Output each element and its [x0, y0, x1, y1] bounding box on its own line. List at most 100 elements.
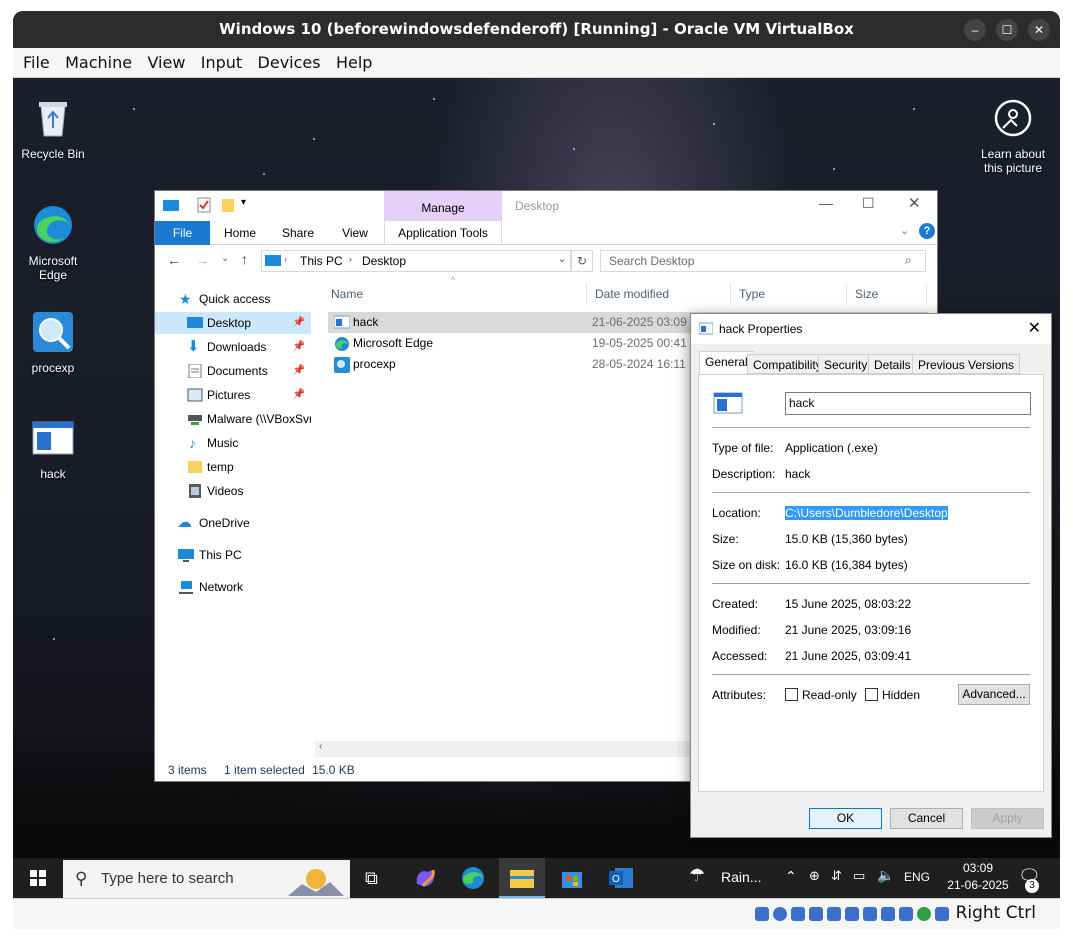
network-icon[interactable]: ▭: [853, 868, 865, 884]
tray-usb-icon[interactable]: ⇵: [831, 868, 842, 884]
nav-quick-access[interactable]: ★ Quick access: [155, 288, 311, 310]
nav-downloads[interactable]: ⬇ Downloads 📌: [155, 336, 311, 358]
guest-desktop[interactable]: Recycle Bin Microsoft Edge procexp hack …: [13, 78, 1060, 898]
breadcrumb-desktop[interactable]: Desktop: [362, 254, 406, 268]
properties-title-bar[interactable]: hack Properties ✕: [691, 314, 1051, 344]
tab-application-tools[interactable]: Application Tools: [384, 221, 502, 245]
outlook-icon[interactable]: O: [609, 866, 633, 890]
weather-label[interactable]: Rain...: [721, 869, 761, 885]
vbox-minimize-button[interactable]: –: [964, 19, 986, 41]
vbox-maximize-button[interactable]: ☐: [996, 19, 1018, 41]
up-arrow-icon[interactable]: ↑: [241, 251, 248, 267]
address-dropdown-icon[interactable]: ⌄: [558, 254, 566, 265]
usb-icon[interactable]: [827, 907, 841, 921]
tab-share[interactable]: Share: [273, 221, 323, 245]
audio-icon[interactable]: [791, 907, 805, 921]
location-value[interactable]: C:\Users\Dumbledore\Desktop: [785, 506, 948, 520]
advanced-button[interactable]: Advanced...: [958, 684, 1030, 705]
edge-icon[interactable]: [461, 866, 485, 890]
readonly-checkbox[interactable]: [785, 688, 798, 701]
new-folder-icon[interactable]: [221, 197, 235, 213]
microsoft-store-icon[interactable]: [560, 866, 584, 890]
tab-security[interactable]: Security: [818, 354, 874, 374]
tab-details[interactable]: Details: [868, 354, 917, 374]
tray-device-icon[interactable]: ⊕: [809, 868, 820, 884]
nav-documents[interactable]: Documents 📌: [155, 360, 311, 382]
vbox-title-bar[interactable]: Windows 10 (beforewindowsdefenderoff) [R…: [13, 11, 1060, 48]
refresh-icon[interactable]: ↻: [571, 250, 593, 272]
properties-close-icon[interactable]: ✕: [1028, 314, 1041, 344]
quick-access-toolbar-dropdown-icon[interactable]: ▾: [241, 197, 246, 208]
task-view-icon[interactable]: ⧉: [365, 866, 389, 890]
hard-disk-icon[interactable]: [755, 907, 769, 921]
address-bar[interactable]: › This PC › Desktop ⌄: [261, 250, 571, 272]
display-icon[interactable]: [863, 907, 877, 921]
tab-file[interactable]: File: [155, 221, 210, 245]
tab-view[interactable]: View: [330, 221, 380, 245]
volume-icon[interactable]: 🔈: [877, 867, 894, 884]
taskbar-file-explorer[interactable]: [499, 858, 545, 898]
desktop-icon-recycle-bin[interactable]: Recycle Bin: [13, 96, 93, 161]
weather-rain-icon[interactable]: ☂: [689, 865, 705, 886]
column-header-date[interactable]: Date modified: [587, 283, 731, 305]
mouse-integration-icon[interactable]: [917, 907, 931, 921]
ok-button[interactable]: OK: [809, 808, 882, 829]
scroll-left-icon[interactable]: ‹: [319, 741, 322, 752]
nav-desktop[interactable]: Desktop 📌: [155, 312, 311, 334]
nav-malware-share[interactable]: Malware (\\VBoxSvr: [155, 408, 311, 430]
recent-locations-icon[interactable]: ⌄: [221, 253, 229, 264]
desktop-icon-hack[interactable]: hack: [13, 416, 93, 481]
column-header-type[interactable]: Type: [731, 283, 847, 305]
shared-folders-icon[interactable]: [845, 907, 859, 921]
back-arrow-icon[interactable]: ←: [167, 252, 181, 268]
optical-drive-icon[interactable]: [773, 907, 787, 921]
ribbon-expand-icon[interactable]: ⌄: [900, 224, 909, 237]
menu-input[interactable]: Input: [201, 48, 242, 78]
file-name-field[interactable]: hack: [785, 392, 1031, 415]
properties-icon[interactable]: [197, 197, 211, 213]
tab-compatibility[interactable]: Compatibility: [747, 354, 828, 374]
menu-view[interactable]: View: [147, 48, 185, 78]
desktop-icon-edge[interactable]: Microsoft Edge: [13, 203, 93, 282]
cancel-button[interactable]: Cancel: [890, 808, 963, 829]
menu-help[interactable]: Help: [336, 48, 372, 78]
explorer-minimize-button[interactable]: —: [819, 195, 833, 211]
apply-button[interactable]: Apply: [971, 808, 1044, 829]
menu-file[interactable]: File: [23, 48, 50, 78]
taskbar-search-box[interactable]: ⚲ Type here to search: [63, 860, 350, 898]
nav-temp[interactable]: temp: [155, 456, 311, 478]
column-header-size[interactable]: Size: [847, 283, 927, 305]
nav-this-pc[interactable]: This PC: [155, 544, 311, 566]
nav-music[interactable]: ♪ Music: [155, 432, 311, 454]
explorer-title-bar[interactable]: ▾ Manage Desktop — ☐ ✕: [155, 191, 937, 221]
vbox-close-button[interactable]: ✕: [1028, 19, 1050, 41]
tab-home[interactable]: Home: [215, 221, 265, 245]
recording-icon[interactable]: [881, 907, 895, 921]
forward-arrow-icon[interactable]: →: [195, 252, 209, 268]
network-adapter-icon[interactable]: [809, 907, 823, 921]
learn-about-picture[interactable]: Learn about this picture: [973, 96, 1053, 175]
nav-onedrive[interactable]: ☁ OneDrive: [155, 512, 311, 534]
tab-general[interactable]: General: [699, 351, 754, 375]
windows-start-icon[interactable]: [30, 870, 46, 886]
nav-network[interactable]: Network: [155, 576, 311, 598]
cpu-icon[interactable]: [899, 907, 913, 921]
language-indicator[interactable]: ENG: [904, 870, 930, 884]
breadcrumb-this-pc[interactable]: This PC: [300, 254, 343, 268]
tray-overflow-icon[interactable]: ⌃: [785, 868, 797, 885]
menu-machine[interactable]: Machine: [65, 48, 132, 78]
column-header-name[interactable]: Name: [323, 283, 587, 305]
desktop-icon-procexp[interactable]: procexp: [13, 310, 93, 375]
nav-pictures[interactable]: Pictures 📌: [155, 384, 311, 406]
help-icon[interactable]: ?: [919, 223, 935, 239]
menu-devices[interactable]: Devices: [258, 48, 321, 78]
nav-videos[interactable]: Videos: [155, 480, 311, 502]
tab-previous-versions[interactable]: Previous Versions: [912, 354, 1021, 374]
explorer-close-button[interactable]: ✕: [908, 194, 921, 212]
hidden-checkbox[interactable]: [865, 688, 878, 701]
copilot-icon[interactable]: [413, 866, 437, 890]
keyboard-capture-icon[interactable]: [935, 907, 949, 921]
clock[interactable]: 03:09 21-06-2025: [943, 860, 1013, 894]
search-input[interactable]: Search Desktop: [600, 250, 926, 272]
explorer-maximize-button[interactable]: ☐: [862, 195, 875, 212]
